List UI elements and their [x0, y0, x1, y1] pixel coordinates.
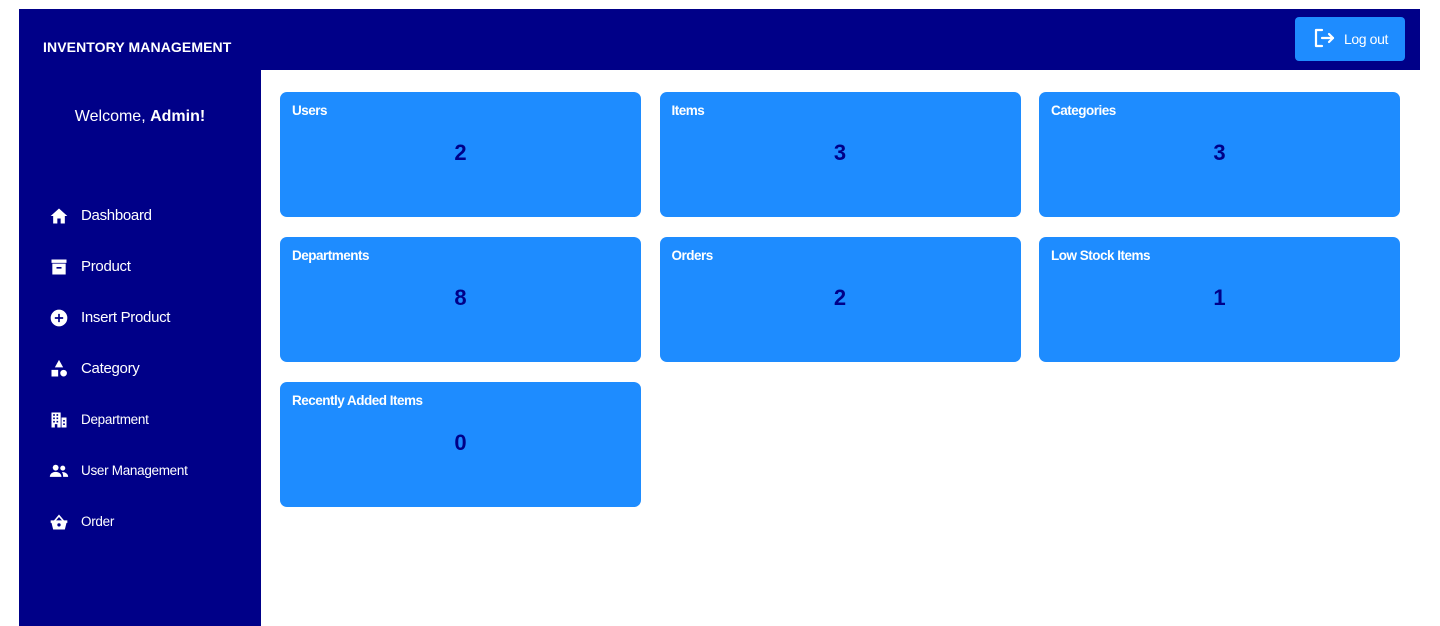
stat-card-title: Orders — [671, 248, 714, 263]
welcome-message: Welcome, Admin! — [19, 108, 261, 126]
sidebar-item-order[interactable]: Order — [48, 496, 248, 547]
top-bar: Log out — [261, 9, 1420, 70]
sidebar-nav: Dashboard Product Insert Product Categor… — [48, 190, 248, 547]
app-shell: INVENTORY MANAGEMENT Welcome, Admin! Das… — [19, 9, 1420, 626]
stat-card-value: 2 — [833, 285, 847, 310]
sidebar-item-label: Product — [81, 258, 131, 275]
welcome-username: Admin! — [150, 108, 206, 125]
stat-card-value: 1 — [1213, 285, 1226, 310]
stat-card-title: Users — [292, 103, 328, 118]
plus-circle-icon — [48, 307, 70, 329]
stat-card-recently-added-items[interactable]: Recently Added Items 0 — [280, 382, 641, 507]
stat-card-categories[interactable]: Categories 3 — [1039, 92, 1400, 217]
sidebar-item-label: Dashboard — [81, 207, 152, 224]
logout-button[interactable]: Log out — [1295, 17, 1405, 61]
sidebar-item-label: Insert Product — [81, 309, 171, 326]
shapes-icon — [48, 358, 70, 380]
stat-card-value: 3 — [1213, 140, 1226, 165]
stat-card-value: 3 — [833, 140, 847, 165]
sidebar-item-label: Department — [81, 412, 149, 427]
stat-card-value: 8 — [454, 285, 467, 310]
stat-card-title: Low Stock Items — [1051, 248, 1151, 263]
sidebar-item-insert-product[interactable]: Insert Product — [48, 292, 248, 343]
stat-card-items[interactable]: Items 3 — [659, 92, 1021, 217]
app-brand: INVENTORY MANAGEMENT — [43, 39, 232, 55]
stat-card-title: Categories — [1051, 103, 1116, 118]
stat-cards: Users 2 Items 3 Categories 3 Departments… — [280, 92, 1401, 507]
stat-card-title: Items — [671, 103, 705, 118]
stat-card-value: 2 — [454, 140, 467, 165]
sidebar: INVENTORY MANAGEMENT Welcome, Admin! Das… — [19, 9, 261, 626]
stat-card-title: Departments — [292, 248, 370, 263]
logout-icon — [1312, 26, 1336, 53]
home-icon — [48, 205, 70, 227]
logout-label: Log out — [1344, 31, 1388, 47]
building-icon — [48, 409, 70, 431]
sidebar-item-category[interactable]: Category — [48, 343, 248, 394]
sidebar-item-user-management[interactable]: User Management — [48, 445, 248, 496]
sidebar-item-department[interactable]: Department — [48, 394, 248, 445]
sidebar-item-label: User Management — [81, 463, 188, 478]
sidebar-item-label: Category — [81, 360, 140, 377]
stat-card-low-stock-items[interactable]: Low Stock Items 1 — [1039, 237, 1400, 362]
basket-icon — [48, 511, 70, 533]
sidebar-item-label: Order — [81, 514, 115, 529]
dashboard-main: Users 2 Items 3 Categories 3 Departments… — [261, 70, 1420, 626]
stat-card-departments[interactable]: Departments 8 — [280, 237, 641, 362]
sidebar-item-dashboard[interactable]: Dashboard — [48, 190, 248, 241]
users-icon — [48, 460, 70, 482]
archive-icon — [48, 256, 70, 278]
stat-card-value: 0 — [454, 430, 467, 455]
stat-card-title: Recently Added Items — [292, 393, 423, 408]
stat-card-orders[interactable]: Orders 2 — [659, 237, 1021, 362]
welcome-prefix: Welcome, — [74, 108, 151, 125]
stat-card-users[interactable]: Users 2 — [280, 92, 641, 217]
sidebar-item-product[interactable]: Product — [48, 241, 248, 292]
